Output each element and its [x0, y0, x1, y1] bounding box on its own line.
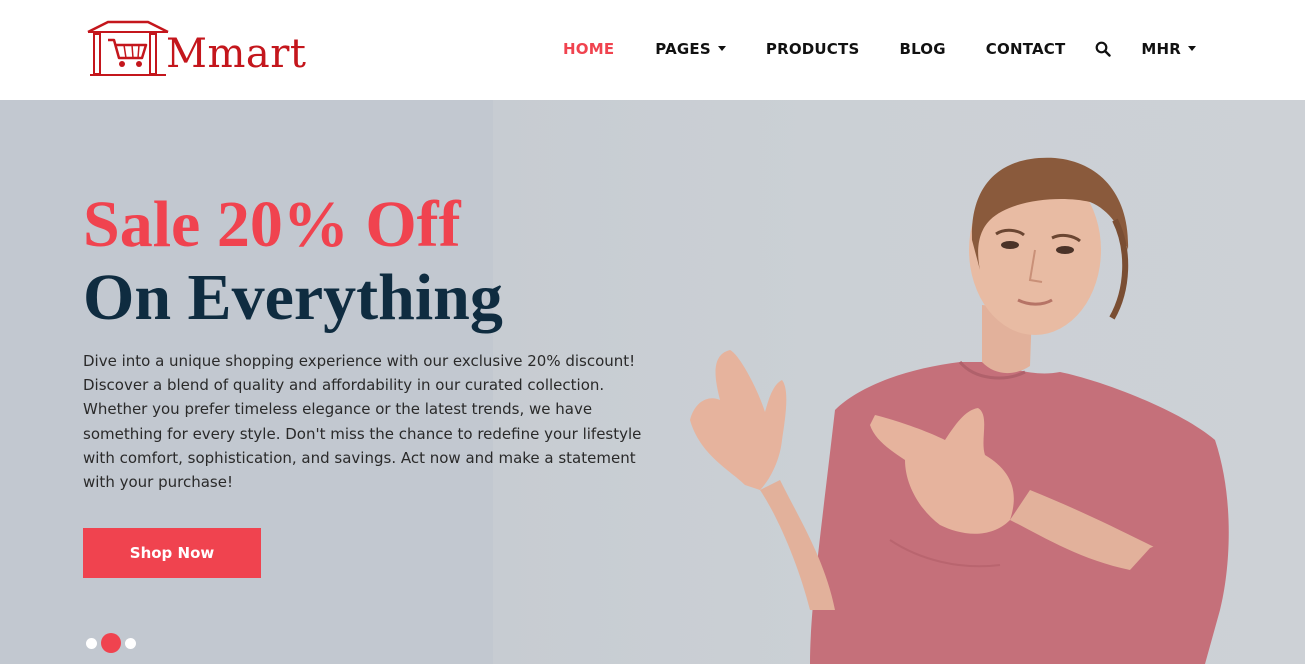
- hero-headline-everything: On Everything: [83, 261, 503, 334]
- nav-item-pages-label: PAGES: [655, 40, 711, 58]
- hero-description: Dive into a unique shopping experience w…: [83, 352, 642, 492]
- carousel-dot-3[interactable]: [125, 637, 136, 649]
- search-button[interactable]: [1095, 41, 1112, 57]
- hero-model-image: [690, 157, 1229, 664]
- currency-selector[interactable]: MHR: [1141, 38, 1197, 60]
- hero-headline-sale: Sale 20% Off: [83, 188, 461, 261]
- hero-banner: Sale 20% Off On Everything Dive into a u…: [0, 100, 1305, 664]
- chevron-down-icon: [717, 45, 726, 51]
- carousel-dot-2[interactable]: [101, 633, 121, 653]
- nav-item-home[interactable]: HOME: [563, 38, 614, 60]
- main-nav: HOME PAGES PRODUCTS BLOG CONTACT MHR: [563, 38, 1197, 60]
- brand-name: Mmart: [166, 31, 307, 77]
- shopping-cart-store-icon: [87, 20, 169, 76]
- site-header: Mmart HOME PAGES PRODUCTS BLOG CONTACT M…: [0, 0, 1305, 100]
- nav-item-products[interactable]: PRODUCTS: [766, 38, 860, 60]
- chevron-down-icon: [1188, 45, 1197, 51]
- brand-logo[interactable]: Mmart: [86, 18, 306, 78]
- nav-item-blog[interactable]: BLOG: [899, 38, 945, 60]
- currency-label: MHR: [1141, 40, 1182, 58]
- search-icon: [1096, 41, 1112, 57]
- carousel-dot-1[interactable]: [86, 637, 97, 649]
- nav-item-pages[interactable]: PAGES: [655, 38, 726, 60]
- nav-item-contact[interactable]: CONTACT: [986, 38, 1066, 60]
- shop-now-button[interactable]: Shop Now: [83, 528, 261, 578]
- carousel-indicators: [86, 633, 136, 653]
